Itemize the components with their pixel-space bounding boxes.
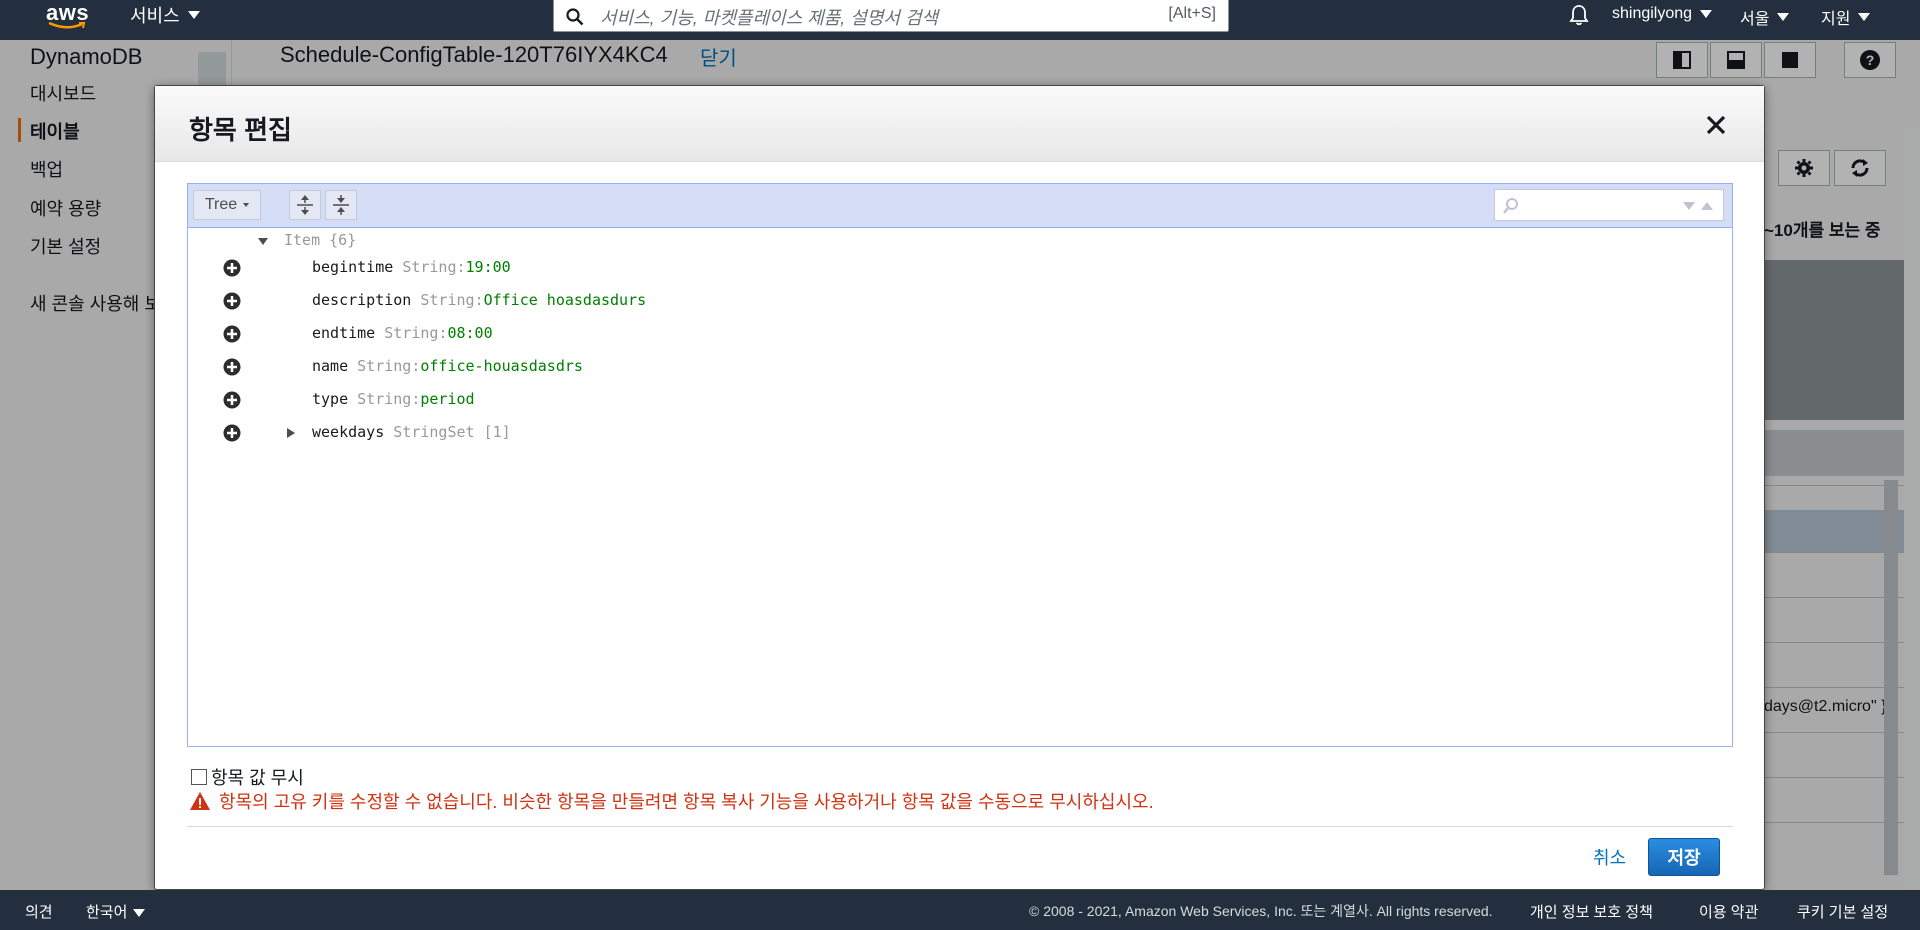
collapse-all-button[interactable]: [325, 190, 357, 220]
ignore-values-checkbox[interactable]: [191, 769, 207, 785]
feedback-link[interactable]: 의견: [25, 901, 53, 922]
services-menu[interactable]: 서비스: [130, 2, 200, 28]
search-nav-arrows-icon[interactable]: [1681, 199, 1717, 213]
dialog-header: 항목 편집: [155, 86, 1764, 162]
chevron-down-icon: [1777, 13, 1790, 21]
dialog-footer-divider: [187, 826, 1733, 827]
tree-field-row[interactable]: name String:office-houasdasdrs: [188, 354, 1732, 380]
support-label: 지원: [1821, 11, 1851, 28]
add-field-icon[interactable]: [222, 390, 242, 410]
tree-field-row[interactable]: weekdays StringSet [1]: [188, 420, 1732, 446]
language-selector[interactable]: 한국어: [86, 901, 146, 922]
copyright-text: © 2008 - 2021, Amazon Web Services, Inc.…: [1029, 903, 1493, 919]
expand-all-button[interactable]: [289, 190, 321, 220]
field-value[interactable]: Office hoasdasdurs: [484, 291, 647, 309]
region-menu[interactable]: 서울: [1740, 5, 1790, 29]
field-type[interactable]: StringSet [1]: [393, 423, 510, 441]
field-key[interactable]: endtime: [312, 324, 375, 342]
privacy-policy-link[interactable]: 개인 정보 보호 정책: [1530, 901, 1653, 922]
field-value[interactable]: 08:00: [447, 324, 492, 342]
search-icon: [566, 8, 584, 26]
top-navigation: aws 서비스 서비스, 기능, 마켓플레이스 제품, 설명서 검색 [Alt+…: [0, 0, 1920, 40]
field-type[interactable]: String: [357, 390, 411, 408]
add-field-icon[interactable]: [222, 357, 242, 377]
tree-field-row[interactable]: type String:period: [188, 387, 1732, 413]
mode-label: Tree: [204, 196, 238, 213]
field-key[interactable]: weekdays: [312, 423, 384, 441]
region-name: 서울: [1740, 11, 1770, 28]
key-warning-message: 항목의 고유 키를 수정할 수 없습니다. 비슷한 항목을 만들려면 항목 복사…: [189, 788, 1154, 814]
chevron-down-icon: [243, 203, 250, 207]
tree-root-row: Item {6}: [188, 228, 1732, 254]
field-separator: :: [474, 291, 484, 309]
services-label: 서비스: [130, 6, 180, 26]
field-text: name String:office-houasdasdrs: [312, 357, 583, 375]
field-type[interactable]: String: [384, 324, 438, 342]
add-field-icon[interactable]: [222, 324, 242, 344]
root-label: Item {6}: [284, 231, 357, 249]
add-field-icon[interactable]: [222, 258, 242, 278]
chevron-down-icon: [133, 909, 146, 918]
add-field-icon[interactable]: [222, 423, 242, 443]
chevron-down-icon: [1858, 13, 1871, 21]
user-name: shingilyong: [1612, 5, 1693, 22]
ignore-values-label: 항목 값 무시: [211, 768, 304, 788]
terms-link[interactable]: 이용 약관: [1699, 901, 1758, 922]
global-search-input[interactable]: 서비스, 기능, 마켓플레이스 제품, 설명서 검색 [Alt+S]: [553, 0, 1229, 32]
notifications-bell-icon[interactable]: [1568, 4, 1590, 26]
expand-arrow-icon[interactable]: [284, 426, 298, 440]
field-separator: :: [456, 258, 466, 276]
field-text: begintime String:19:00: [312, 258, 511, 276]
field-value[interactable]: period: [420, 390, 474, 408]
search-shortcut: [Alt+S]: [1168, 5, 1216, 22]
field-value[interactable]: office-houasdasdrs: [420, 357, 583, 375]
close-icon[interactable]: [1705, 114, 1727, 136]
field-key[interactable]: name: [312, 357, 348, 375]
warning-icon: [190, 792, 210, 810]
field-value[interactable]: 19:00: [466, 258, 511, 276]
aws-smile-icon: [48, 22, 86, 29]
field-text: type String:period: [312, 390, 475, 408]
cookie-preferences-link[interactable]: 쿠키 기본 설정: [1797, 901, 1888, 922]
aws-logo[interactable]: aws: [44, 0, 90, 36]
ignore-values-option[interactable]: 항목 값 무시: [191, 764, 304, 790]
mode-select-button[interactable]: Tree: [193, 190, 261, 220]
warning-text: 항목의 고유 키를 수정할 수 없습니다. 비슷한 항목을 만들려면 항목 복사…: [219, 792, 1154, 812]
field-key[interactable]: begintime: [312, 258, 393, 276]
field-text: weekdays StringSet [1]: [312, 423, 511, 441]
field-text: endtime String:08:00: [312, 324, 493, 342]
field-key[interactable]: type: [312, 390, 348, 408]
editor-toolbar: Tree: [188, 184, 1732, 228]
tree-field-row[interactable]: endtime String:08:00: [188, 321, 1732, 347]
dialog-title: 항목 편집: [189, 115, 292, 145]
editor-search-input[interactable]: [1494, 189, 1724, 221]
tree-field-row[interactable]: description String:Office hoasdasdurs: [188, 288, 1732, 314]
edit-item-dialog: 항목 편집 Tree Item {6} begintime String:19:…: [154, 85, 1765, 890]
tree-field-row[interactable]: begintime String:19:00: [188, 255, 1732, 281]
search-placeholder: 서비스, 기능, 마켓플레이스 제품, 설명서 검색: [600, 8, 939, 28]
chevron-down-icon: [187, 11, 200, 19]
language-label: 한국어: [86, 904, 128, 921]
field-key[interactable]: description: [312, 291, 411, 309]
json-tree-editor: Tree Item {6} begintime String:19:00 des…: [187, 183, 1733, 747]
support-menu[interactable]: 지원: [1821, 5, 1871, 29]
expand-all-icon: [297, 195, 313, 215]
collapse-arrow-icon[interactable]: [256, 234, 270, 248]
field-text: description String:Office hoasdasdurs: [312, 291, 646, 309]
chevron-down-icon: [1700, 10, 1713, 18]
field-type[interactable]: String: [420, 291, 474, 309]
field-type[interactable]: String: [402, 258, 456, 276]
search-icon: [1503, 198, 1518, 214]
add-field-icon[interactable]: [222, 291, 242, 311]
save-button[interactable]: 저장: [1648, 838, 1720, 876]
console-footer: 의견 한국어 © 2008 - 2021, Amazon Web Service…: [0, 890, 1920, 930]
cancel-button[interactable]: 취소: [1593, 844, 1626, 870]
field-type[interactable]: String: [357, 357, 411, 375]
collapse-all-icon: [333, 195, 349, 215]
user-menu[interactable]: shingilyong: [1612, 5, 1713, 23]
